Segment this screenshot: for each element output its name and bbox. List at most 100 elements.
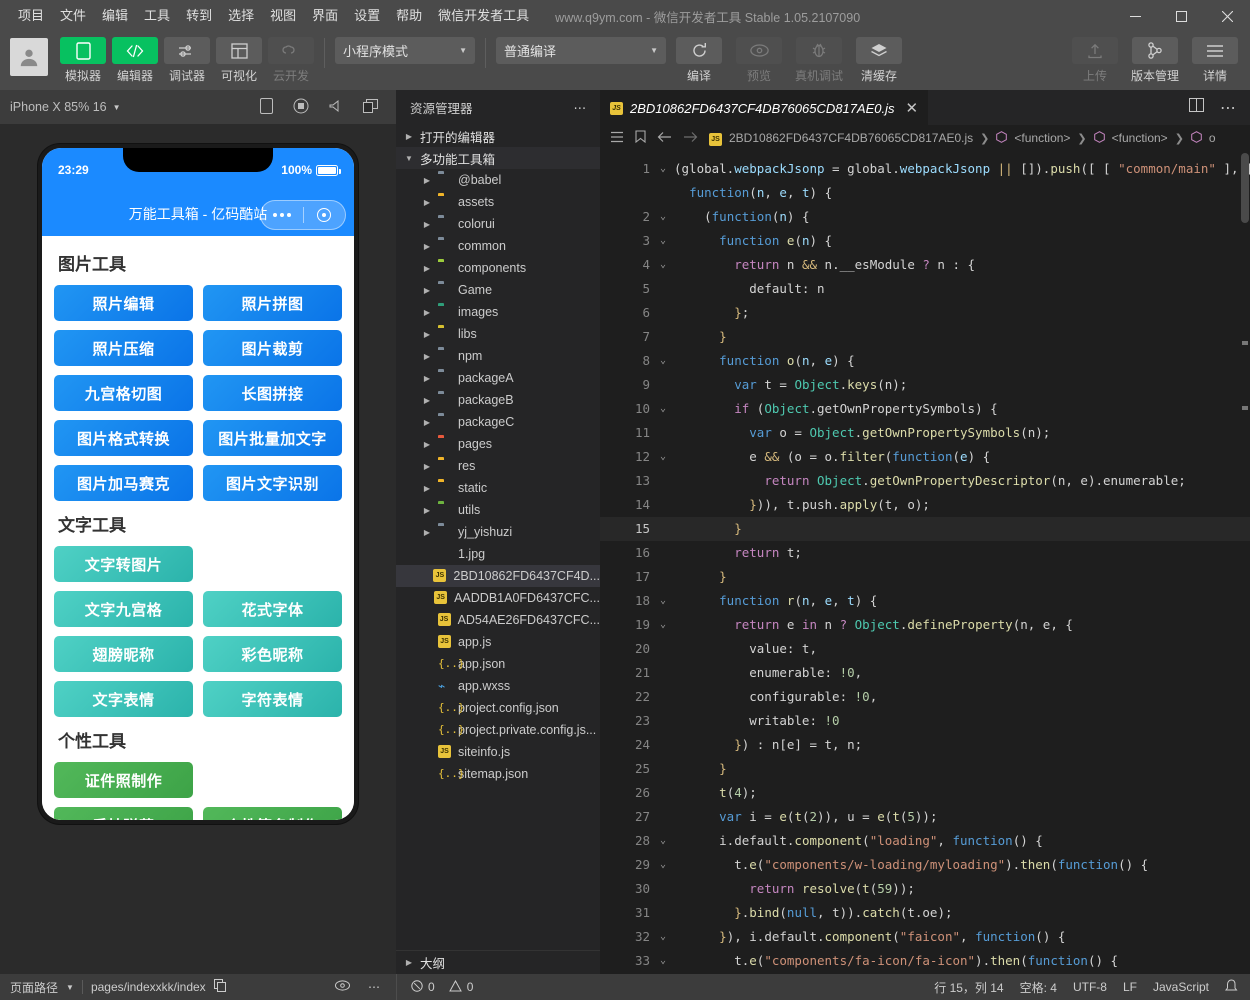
bell-icon[interactable] (1225, 978, 1238, 996)
toolbar-item-code[interactable]: 编辑器 (112, 37, 158, 84)
menu-item-0[interactable]: 项目 (10, 4, 52, 28)
chevron-right-icon[interactable]: ▶ (420, 352, 434, 361)
chevron-right-icon[interactable]: ▶ (420, 286, 434, 295)
minimize-icon[interactable] (1112, 0, 1158, 32)
eol-setting[interactable]: LF (1123, 980, 1137, 994)
breadcrumb-item[interactable]: <function> (1014, 131, 1070, 145)
file-tree-file[interactable]: JS AADDB1A0FD6437CFC... (396, 587, 600, 609)
file-tree-folder[interactable]: ▶ res (396, 455, 600, 477)
code-line[interactable]: return resolve(t(59)); (656, 877, 1250, 901)
file-tree-folder[interactable]: ▶ static (396, 477, 600, 499)
file-tree-folder[interactable]: ▶ colorui (396, 213, 600, 235)
code-line[interactable]: function r(n, e, t) { (656, 589, 1250, 613)
chevron-right-icon[interactable]: ▶ (420, 506, 434, 515)
forward-arrow-icon[interactable] (683, 131, 698, 146)
mp-tool-button[interactable]: 证件照制作 (54, 762, 193, 798)
code-line[interactable]: } (656, 517, 1250, 541)
mp-tool-button[interactable]: 九宫格切图 (54, 375, 193, 411)
code-line[interactable]: }.bind(null, t)).catch(t.oe); (656, 901, 1250, 925)
cursor-position[interactable]: 行 15，列 14 (934, 979, 1003, 996)
mp-tool-button[interactable]: 图片格式转换 (54, 420, 193, 456)
code-line[interactable]: e && (o = o.filter(function(e) { (656, 445, 1250, 469)
chevron-right-icon[interactable]: ▶ (420, 198, 434, 207)
code-line[interactable]: return resolve(t(66)); (656, 973, 1250, 974)
file-tree-folder[interactable]: ▶ Game (396, 279, 600, 301)
menu-item-2[interactable]: 编辑 (94, 4, 136, 28)
code-area[interactable]: 1 ⌄ 2 ⌄ 3 ⌄ 4 ⌄ 5 6 7 8 ⌄ 9 10 ⌄ 11 12 ⌄ 13 14 15 16 17 18 ⌄ 19 ⌄ 20… (600, 151, 1250, 974)
code-line[interactable]: return t; (656, 541, 1250, 565)
code-line[interactable]: function(n, e, t) { (656, 181, 1250, 205)
file-tree-folder[interactable]: ▶ packageB (396, 389, 600, 411)
code-line[interactable]: (function(n) { (656, 205, 1250, 229)
file-tree-folder[interactable]: ▶ images (396, 301, 600, 323)
user-avatar[interactable] (10, 38, 48, 76)
file-tree-folder[interactable]: ▶ npm (396, 345, 600, 367)
open-editors-section[interactable]: ▶ 打开的编辑器 (396, 125, 600, 147)
file-tree-folder[interactable]: ▶ utils (396, 499, 600, 521)
code-line[interactable]: var t = Object.keys(n); (656, 373, 1250, 397)
code-line[interactable]: if (Object.getOwnPropertySymbols) { (656, 397, 1250, 421)
wechat-capsule-button[interactable] (260, 200, 346, 230)
more-icon[interactable]: ⋯ (574, 100, 587, 115)
file-tree-file[interactable]: {..} sitemap.json (396, 763, 600, 785)
code-line[interactable]: return Object.getOwnPropertyDescriptor(n… (656, 469, 1250, 493)
file-tree-file[interactable]: JS AD54AE26FD6437CFC... (396, 609, 600, 631)
chevron-right-icon[interactable]: ▶ (420, 396, 434, 405)
code-line[interactable]: function e(n) { (656, 229, 1250, 253)
file-tree[interactable]: ▶ @babel ▶ assets ▶ colorui ▶ common ▶ components… (396, 169, 600, 950)
close-icon[interactable]: ✕ (906, 99, 919, 117)
scrollbar-thumb[interactable] (1241, 153, 1249, 223)
code-line[interactable]: })), t.push.apply(t, o); (656, 493, 1250, 517)
menu-item-5[interactable]: 选择 (220, 4, 262, 28)
code-line[interactable]: writable: !0 (656, 709, 1250, 733)
chevron-right-icon[interactable]: ▶ (420, 528, 434, 537)
code-line[interactable]: var o = Object.getOwnPropertySymbols(n); (656, 421, 1250, 445)
close-icon[interactable] (1204, 0, 1250, 32)
toolbar-item-phone[interactable]: 模拟器 (60, 37, 106, 84)
outline-icon[interactable] (610, 131, 624, 146)
mp-tool-button[interactable]: 个性签名制作 (203, 807, 342, 820)
language-mode[interactable]: JavaScript (1153, 980, 1209, 994)
chevron-right-icon[interactable]: ▶ (420, 264, 434, 273)
split-editor-icon[interactable] (1189, 98, 1204, 117)
record-icon[interactable] (293, 98, 309, 117)
code-line[interactable]: function o(n, e) { (656, 349, 1250, 373)
code-line[interactable]: t.e("components/fa-icon/fa-icon").then(f… (656, 949, 1250, 973)
chevron-right-icon[interactable]: ▶ (420, 418, 434, 427)
file-tree-folder[interactable]: ▶ common (396, 235, 600, 257)
file-tree-file[interactable]: JS 2BD10862FD6437CF4D... (396, 565, 600, 587)
file-tree-file[interactable]: {..} app.json (396, 653, 600, 675)
mute-icon[interactable] (329, 99, 343, 116)
file-tree-file[interactable]: ⌁ app.wxss (396, 675, 600, 697)
file-tree-file[interactable]: JS siteinfo.js (396, 741, 600, 763)
code-line[interactable]: } (656, 325, 1250, 349)
file-tree-file[interactable]: JS app.js (396, 631, 600, 653)
toolbar-item-sliders[interactable]: 调试器 (164, 37, 210, 84)
popout-icon[interactable] (363, 98, 378, 116)
more-actions-icon[interactable]: ⋯ (1220, 98, 1236, 118)
file-tree-file[interactable]: 1.jpg (396, 543, 600, 565)
more-icon[interactable]: ⋯ (368, 980, 380, 994)
file-tree-folder[interactable]: ▶ libs (396, 323, 600, 345)
mp-tool-button[interactable]: 图片批量加文字 (203, 420, 342, 456)
file-tree-folder[interactable]: ▶ components (396, 257, 600, 279)
outline-section[interactable]: ▶ 大纲 (396, 950, 600, 974)
copy-icon[interactable] (213, 979, 226, 995)
editor-scrollbar[interactable] (1240, 151, 1250, 974)
mode-select[interactable]: 小程序模式 ▼ (335, 37, 475, 64)
code-line[interactable]: default: n (656, 277, 1250, 301)
menu-item-9[interactable]: 帮助 (388, 4, 430, 28)
toolbar-item-refresh[interactable]: 编译 (672, 37, 726, 84)
eye-icon[interactable] (335, 980, 350, 994)
code-line[interactable]: value: t, (656, 637, 1250, 661)
mp-tool-button[interactable]: 照片压缩 (54, 330, 193, 366)
chevron-right-icon[interactable]: ▶ (420, 220, 434, 229)
page-path-label[interactable]: 页面路径 (10, 979, 58, 996)
chevron-right-icon[interactable]: ▶ (420, 374, 434, 383)
project-section[interactable]: ▼ 多功能工具箱 (396, 147, 600, 169)
file-tree-folder[interactable]: ▶ packageC (396, 411, 600, 433)
chevron-right-icon[interactable]: ▶ (420, 176, 434, 185)
code-line[interactable]: }) : n[e] = t, n; (656, 733, 1250, 757)
mp-tool-button[interactable]: 长图拼接 (203, 375, 342, 411)
encoding-setting[interactable]: UTF-8 (1073, 980, 1107, 994)
